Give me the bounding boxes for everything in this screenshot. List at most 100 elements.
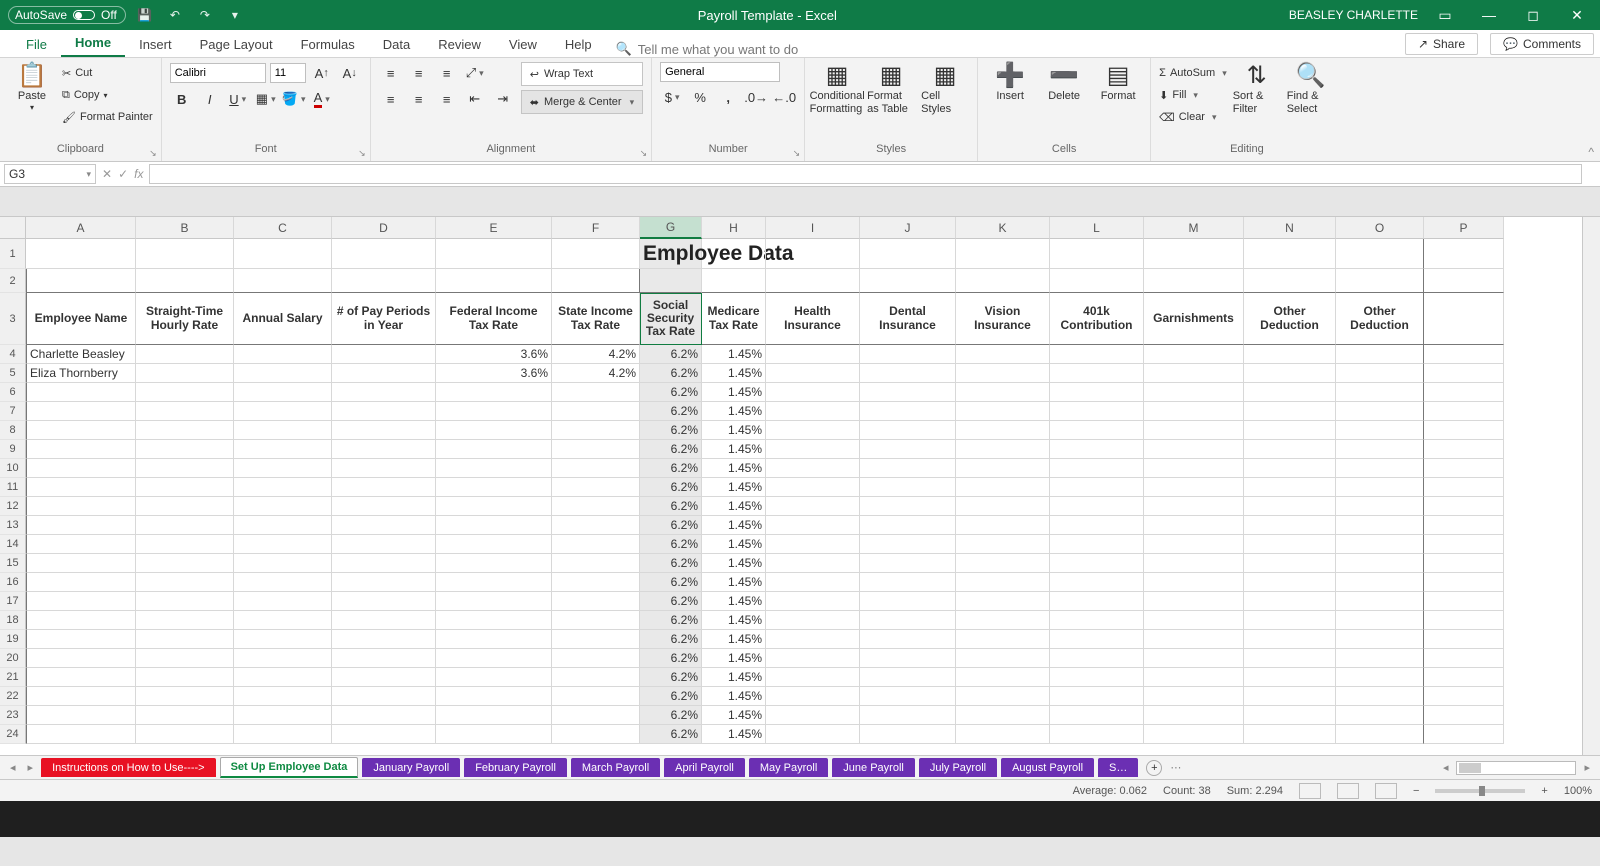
column-header-C[interactable]: C — [234, 217, 332, 239]
cell[interactable] — [332, 383, 436, 402]
find-select-button[interactable]: 🔍Find & Select — [1287, 62, 1335, 116]
cell[interactable] — [26, 478, 136, 497]
format-cells-button[interactable]: ▤Format — [1094, 62, 1142, 103]
cell[interactable]: 1.45% — [702, 611, 766, 630]
row-header-20[interactable]: 20 — [0, 649, 26, 668]
tab-view[interactable]: View — [495, 31, 551, 57]
cell[interactable] — [552, 459, 640, 478]
cell[interactable]: 1.45% — [702, 592, 766, 611]
row-header-24[interactable]: 24 — [0, 725, 26, 744]
cell[interactable] — [1336, 630, 1424, 649]
percent-icon[interactable]: % — [688, 86, 712, 108]
cell[interactable] — [956, 239, 1050, 269]
cell[interactable] — [1336, 554, 1424, 573]
cell[interactable] — [436, 687, 552, 706]
cell[interactable] — [1050, 383, 1144, 402]
cell[interactable] — [136, 668, 234, 687]
cell[interactable] — [1244, 239, 1336, 269]
cell[interactable] — [26, 725, 136, 744]
decrease-indent-icon[interactable]: ⇤ — [463, 88, 487, 110]
cell[interactable] — [766, 687, 860, 706]
cell[interactable] — [766, 573, 860, 592]
cell[interactable] — [332, 611, 436, 630]
cell[interactable] — [436, 668, 552, 687]
cell[interactable] — [26, 706, 136, 725]
column-header-F[interactable]: F — [552, 217, 640, 239]
cell[interactable]: 1.45% — [702, 554, 766, 573]
autosum-button[interactable]: ΣAutoSum — [1159, 62, 1227, 84]
decrease-decimal-icon[interactable]: ←.0 — [772, 86, 796, 108]
cell[interactable] — [860, 421, 956, 440]
column-header-cell-J[interactable]: Dental Insurance — [860, 293, 956, 345]
sort-filter-button[interactable]: ⇅Sort & Filter — [1233, 62, 1281, 116]
cell[interactable] — [1144, 649, 1244, 668]
cell[interactable] — [552, 440, 640, 459]
cell[interactable] — [26, 516, 136, 535]
cell[interactable] — [1336, 649, 1424, 668]
cell[interactable] — [1336, 668, 1424, 687]
row-header-3[interactable]: 3 — [0, 293, 26, 345]
account-icon[interactable]: ▭ — [1428, 7, 1462, 24]
redo-icon[interactable]: ↷ — [194, 8, 216, 22]
cell[interactable] — [766, 592, 860, 611]
cell[interactable] — [860, 345, 956, 364]
cell[interactable] — [860, 364, 956, 383]
row-header-13[interactable]: 13 — [0, 516, 26, 535]
column-header-cell-G[interactable]: Social Security Tax Rate — [640, 293, 702, 345]
page-break-view-icon[interactable] — [1375, 783, 1397, 799]
cell[interactable] — [1144, 478, 1244, 497]
cell[interactable] — [1336, 269, 1424, 293]
cell[interactable] — [234, 516, 332, 535]
name-box[interactable]: G3▾ — [4, 164, 96, 184]
cell[interactable] — [860, 269, 956, 293]
cell[interactable] — [332, 535, 436, 554]
tab-help[interactable]: Help — [551, 31, 606, 57]
cell[interactable]: 6.2% — [640, 516, 702, 535]
cell[interactable] — [234, 497, 332, 516]
cell[interactable]: 6.2% — [640, 535, 702, 554]
cell[interactable] — [860, 573, 956, 592]
cell[interactable] — [1244, 402, 1336, 421]
cell[interactable]: 6.2% — [640, 421, 702, 440]
zoom-out-icon[interactable]: − — [1413, 785, 1419, 797]
row-header-11[interactable]: 11 — [0, 478, 26, 497]
cell[interactable] — [1424, 478, 1504, 497]
cell[interactable]: 6.2% — [640, 725, 702, 744]
row-header-9[interactable]: 9 — [0, 440, 26, 459]
cell[interactable] — [234, 668, 332, 687]
cell[interactable] — [436, 478, 552, 497]
cell[interactable]: 6.2% — [640, 459, 702, 478]
cell[interactable] — [436, 440, 552, 459]
cell[interactable] — [1424, 592, 1504, 611]
cell[interactable]: Enter Employee Information — [26, 269, 136, 293]
cell[interactable] — [136, 706, 234, 725]
cell[interactable] — [26, 554, 136, 573]
cell[interactable] — [332, 440, 436, 459]
cell[interactable] — [1144, 592, 1244, 611]
cell[interactable] — [1144, 706, 1244, 725]
cell[interactable] — [1050, 630, 1144, 649]
font-color-button[interactable]: A — [310, 88, 334, 110]
cell[interactable] — [956, 668, 1050, 687]
cell[interactable]: 3.6% — [436, 364, 552, 383]
cell[interactable] — [436, 611, 552, 630]
sheet-tab-month-7[interactable]: August Payroll — [1001, 758, 1094, 777]
cell[interactable] — [136, 478, 234, 497]
cell[interactable] — [436, 421, 552, 440]
cell[interactable] — [436, 573, 552, 592]
cell[interactable] — [1050, 554, 1144, 573]
column-header-cell-O[interactable]: Other Deduction — [1336, 293, 1424, 345]
cell[interactable] — [1050, 725, 1144, 744]
cell[interactable]: 1.45% — [702, 725, 766, 744]
row-header-19[interactable]: 19 — [0, 630, 26, 649]
cell[interactable] — [552, 383, 640, 402]
hscroll-left-icon[interactable]: ◂ — [1439, 761, 1453, 774]
column-header-cell-H[interactable]: Medicare Tax Rate — [702, 293, 766, 345]
cell[interactable] — [552, 725, 640, 744]
cell[interactable] — [1336, 364, 1424, 383]
column-header-M[interactable]: M — [1144, 217, 1244, 239]
cell[interactable] — [1424, 440, 1504, 459]
cell[interactable] — [136, 516, 234, 535]
column-header-cell-M[interactable]: Garnishments — [1144, 293, 1244, 345]
cell[interactable] — [26, 440, 136, 459]
